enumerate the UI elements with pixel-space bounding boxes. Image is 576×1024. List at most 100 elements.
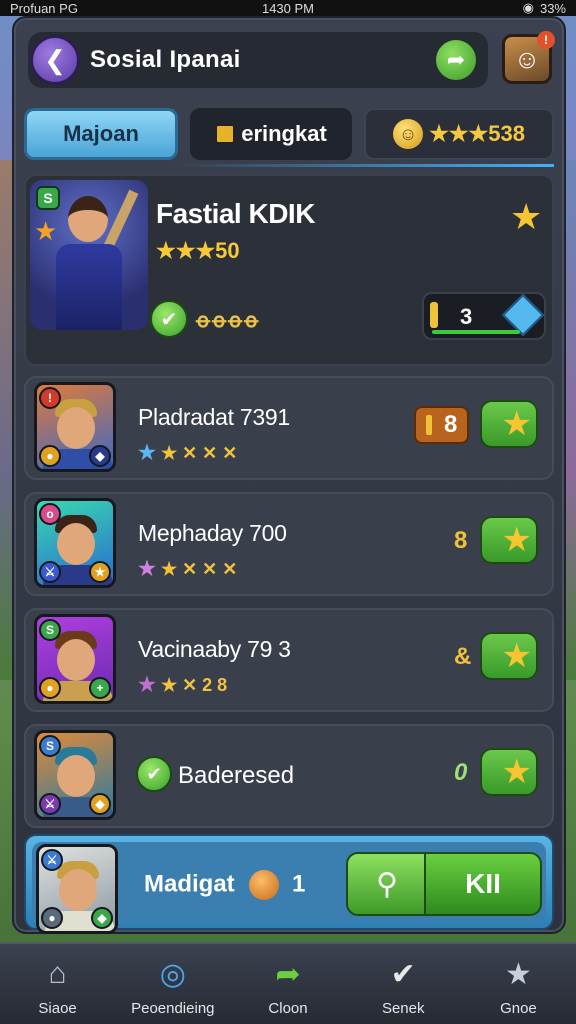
tab-coins[interactable]: ☺ ★★★538	[364, 108, 554, 160]
rank-badge: o	[39, 503, 61, 525]
shield-badge-icon: ◆	[91, 907, 113, 929]
list-item[interactable]: S ● + Vacinaaby 79 3 ★ ★ ✕ 2 8 & ★	[24, 608, 554, 712]
character-portrait: ! ● ◆	[34, 382, 116, 472]
row-name: Mephaday 700	[138, 520, 287, 546]
tab-indicator	[174, 164, 554, 167]
rank-badge: S	[39, 735, 61, 757]
star-icon: ★	[501, 637, 532, 675]
count-bar	[426, 415, 432, 435]
nav-label: Senek	[381, 1000, 425, 1017]
row-stars: ★ ★ ✕ ✕ ✕	[138, 556, 237, 581]
coin-badge-icon: ●	[39, 445, 61, 467]
nav-share[interactable]: ➦ Cloon	[230, 944, 345, 1024]
selected-player-name: Madigat 1	[144, 870, 305, 900]
main-panel: ❮ Sosial Ipanai ➦ ☺ ! Majoan eringkat ☺ …	[12, 16, 566, 934]
chevron-left-icon: ❮	[44, 44, 66, 75]
action-button[interactable]: KII	[424, 852, 542, 916]
compass-icon: ◎	[159, 957, 186, 991]
row-stars: ★ ★ ✕ 2 8	[138, 672, 227, 697]
row-star-values: ★ ✕ ✕ ✕	[160, 443, 238, 463]
sword-badge-icon: ⚔	[41, 849, 63, 871]
nav-star[interactable]: ★ Gnoe	[461, 944, 576, 1024]
footer-name-text: Madigat	[144, 870, 235, 898]
sword-badge-icon: ⚔	[39, 793, 61, 815]
shield-badge-icon: ◆	[89, 445, 111, 467]
nav-pending[interactable]: ◎ Peoendieing	[115, 944, 230, 1024]
star-badge-icon: ★	[34, 216, 58, 246]
star-icon: ★	[138, 674, 156, 696]
nav-label: Siaoe	[38, 1000, 77, 1017]
footer-value: 1	[292, 870, 306, 898]
featured-portrait: S ★	[30, 180, 148, 330]
back-button[interactable]: ❮	[30, 35, 80, 85]
star-icon: ★	[501, 405, 532, 443]
ranking-icon	[215, 124, 236, 144]
featured-counter[interactable]: 3	[422, 292, 546, 340]
nav-label: Peoendieing	[131, 1000, 215, 1017]
rank-badge: !	[39, 387, 61, 409]
row-stars: ★ ★ ✕ ✕ ✕	[138, 440, 237, 465]
nav-label: Cloon	[268, 1000, 308, 1017]
favorite-button[interactable]: ★	[480, 400, 538, 448]
tab-ranking[interactable]: eringkat	[190, 108, 352, 160]
star-icon: ★	[138, 442, 156, 464]
character-head	[68, 196, 108, 242]
favorite-star-icon[interactable]: ★	[510, 196, 542, 238]
counter-progress	[432, 330, 520, 334]
coin-badge-icon: ●	[39, 677, 61, 699]
action-label: KII	[465, 868, 501, 899]
status-bar: Profuan PG 1430 PM ◉ 33%	[0, 0, 576, 16]
page-title: Sosial Ipanai	[90, 46, 241, 73]
leaf-icon: ✔	[136, 756, 172, 792]
nav-check[interactable]: ✔ Senek	[346, 944, 461, 1024]
row-count: 8	[454, 527, 468, 554]
clock: 1430 PM	[261, 0, 315, 16]
row-count: &	[454, 643, 472, 670]
character-body	[56, 244, 122, 330]
selected-player-row[interactable]: ⚔ ● ◆ Madigat 1 ⚲ KII	[24, 834, 554, 934]
list-item[interactable]: S ⚔ ◆ ✔ Baderesed 0 ★	[24, 724, 554, 828]
level-badge: S	[36, 186, 60, 210]
tab-bar: Majoan eringkat ☺ ★★★538	[24, 108, 556, 164]
list-item[interactable]: o ⚔ ★ Mephaday 700 ★ ★ ✕ ✕ ✕ 8 ★	[24, 492, 554, 596]
character-head	[57, 523, 95, 565]
favorite-button[interactable]: ★	[480, 516, 538, 564]
magnifier-icon: ⚲	[376, 867, 398, 901]
share-button[interactable]: ➦	[436, 40, 476, 80]
list-item[interactable]: ! ● ◆ Pladradat 7391 ★ ★ ✕ ✕ ✕ 8 ★	[24, 376, 554, 480]
counter-value: 3	[460, 304, 473, 329]
featured-name: Fastial KDIK	[156, 198, 315, 229]
tab-label: Majoan	[63, 121, 139, 146]
plus-badge-icon: +	[89, 677, 111, 699]
character-portrait: S ● +	[34, 614, 116, 704]
coin-icon: ☺	[393, 119, 424, 149]
check-icon: ✔	[390, 957, 416, 991]
row-name: Pladradat 7391	[138, 404, 290, 430]
character-portrait: S ⚔ ◆	[34, 730, 116, 820]
favorite-button[interactable]: ★	[480, 632, 538, 680]
featured-stat: ꝋꝋꝋꝋ	[196, 310, 261, 332]
featured-rating: ★★★50	[156, 238, 240, 263]
row-name: Vacinaaby 79 3	[138, 636, 291, 662]
search-button[interactable]: ⚲	[346, 852, 428, 916]
character-head	[57, 639, 95, 681]
nav-label: Gnoe	[500, 1000, 537, 1017]
character-portrait: o ⚔ ★	[34, 498, 116, 588]
profile-avatar[interactable]: ☺ !	[502, 31, 555, 84]
star-icon: ★	[501, 521, 532, 559]
favorite-button[interactable]: ★	[480, 748, 538, 796]
nav-home[interactable]: ⌂ Siaoe	[0, 944, 115, 1024]
row-star-values: ★ ✕ ✕ ✕	[160, 559, 238, 579]
share-icon: ➦	[275, 957, 301, 991]
character-head	[59, 869, 97, 911]
tab-label: ★★★538	[429, 121, 525, 146]
star-icon: ★	[138, 558, 156, 580]
bottom-navigation: ⌂ Siaoe ◎ Peoendieing ➦ Cloon ✔ Senek ★ …	[0, 942, 576, 1024]
character-portrait: ⚔ ● ◆	[36, 844, 118, 934]
sword-badge-icon: ⚔	[39, 561, 61, 583]
notification-badge: !	[537, 31, 555, 49]
featured-card[interactable]: S ★ Fastial KDIK ★★★50 ★ ✔ ꝋꝋꝋꝋ 3	[24, 174, 554, 366]
tab-majoan[interactable]: Majoan	[24, 108, 178, 160]
character-head	[57, 407, 95, 449]
header-bar: ❮ Sosial Ipanai ➦	[28, 32, 488, 88]
